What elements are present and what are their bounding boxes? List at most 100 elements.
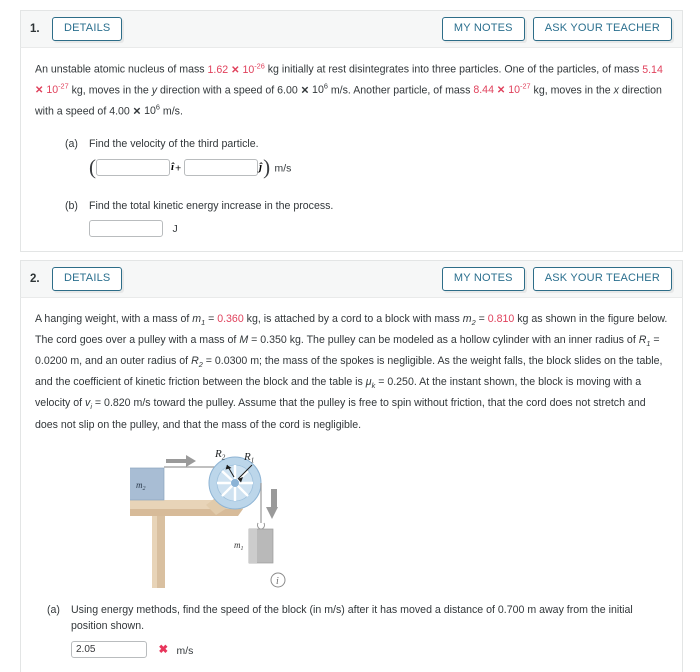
value-M: 0.350: [260, 334, 287, 347]
value-R1: 0.0200: [35, 355, 68, 368]
stmt-seg: m/s. Another particle, of mass: [327, 84, 474, 97]
ask-your-teacher-button-1[interactable]: ASK YOUR TEACHER: [532, 16, 672, 42]
answer-input-j-component[interactable]: [184, 158, 259, 176]
part-b-prompt: (b) Find the total kinetic energy increa…: [65, 198, 668, 214]
sym: m: [192, 313, 202, 325]
part-b-unit: J: [172, 224, 178, 236]
times-symbol: ✕: [35, 85, 44, 97]
open-paren: (: [89, 154, 96, 179]
problem-1-part-a: (a) Find the velocity of the third parti…: [65, 136, 668, 178]
subscript: 2: [198, 360, 203, 370]
cord-hook: [256, 522, 266, 530]
problem-1-number: 1.: [30, 23, 40, 35]
part-b-text: Find the total kinetic energy increase i…: [89, 199, 334, 212]
part-a-unit: m/s: [274, 163, 292, 175]
part-a-unit: m/s: [176, 645, 194, 657]
details-button-1[interactable]: DETAILS: [52, 16, 123, 42]
part-a-text: Using energy methods, find the speed of …: [71, 603, 633, 633]
stmt-seg: kg. The pulley can be modeled as a hollo…: [286, 334, 639, 347]
figure-label-R1: R1: [243, 451, 254, 465]
problem-card-2: 2. DETAILS MY NOTES ASK YOUR TEACHER A h…: [20, 260, 683, 672]
pulley-figure-svg: m2 R2 R1 m1 i: [130, 448, 286, 588]
speed-a: 106: [312, 82, 328, 97]
problem-1-header: 1. DETAILS MY NOTES ASK YOUR TEACHER: [20, 10, 683, 47]
part-b-answer-row: J: [89, 219, 668, 237]
part-b-label: (b): [65, 199, 78, 212]
sym: m: [462, 313, 472, 325]
subscript: 1: [646, 339, 651, 349]
stmt-seg: An unstable atomic nucleus of mass: [35, 63, 208, 76]
stmt-seg: kg, is attached by a cord to a block wit…: [243, 313, 463, 325]
incorrect-mark-icon: ✖: [158, 644, 169, 657]
figure-label-m1: m1: [234, 540, 244, 552]
ask-your-teacher-button-2[interactable]: ASK YOUR TEACHER: [532, 266, 672, 292]
times-symbol: ✕: [300, 85, 310, 97]
hanging-weight-m1-graphic: m1: [234, 528, 274, 564]
weight-falling-arrow-icon: [266, 488, 278, 519]
close-paren: ): [263, 154, 271, 179]
sym-R2: R2: [191, 355, 203, 370]
details-button-2[interactable]: DETAILS: [52, 266, 123, 292]
value-num: 10: [312, 84, 324, 97]
figure-info-icon: i: [270, 572, 286, 588]
subscript: k: [371, 381, 376, 391]
stmt-seg: kg, moves in the: [530, 84, 614, 97]
value-num: 1.62: [207, 63, 229, 76]
assignment-page: 1. DETAILS MY NOTES ASK YOUR TEACHER An …: [0, 0, 700, 672]
sym-R1: R1: [639, 334, 651, 349]
answer-input-i-component[interactable]: [96, 158, 170, 176]
part-a-label: (a): [47, 603, 60, 616]
problem-1-part-b: (b) Find the total kinetic energy increa…: [65, 198, 668, 237]
pulley-graphic: [208, 456, 262, 510]
plus-symbol: +: [175, 163, 185, 175]
block-m2-graphic: m2: [130, 467, 165, 501]
my-notes-button-2[interactable]: MY NOTES: [441, 266, 525, 292]
j-hat-symbol: ĵ: [259, 161, 263, 174]
sym-M: M: [239, 334, 249, 347]
sym-m1: m1: [192, 313, 206, 328]
value-num: 10: [144, 105, 156, 118]
sym: R: [191, 355, 199, 368]
subscript: 1: [201, 318, 206, 328]
stmt-seg: A hanging weight, with a mass of: [35, 313, 193, 325]
i-hat-symbol: î: [171, 161, 175, 174]
problem-1-statement: An unstable atomic nucleus of mass 1.62 …: [35, 59, 668, 122]
exponent: -26: [254, 61, 265, 70]
part-a-answer-row: ( î+ ĵ) m/s: [89, 154, 668, 179]
part-a-prompt: (a) Find the velocity of the third parti…: [65, 136, 668, 152]
value-vi: 0.820: [104, 397, 131, 410]
table-graphic: [130, 495, 243, 588]
value-m2: 0.810: [487, 313, 515, 325]
problem-2-number: 2.: [30, 273, 40, 285]
answer-input-kinetic-energy[interactable]: [89, 219, 163, 237]
my-notes-button-1[interactable]: MY NOTES: [441, 16, 525, 42]
problem-2-body: A hanging weight, with a mass of m1 = 0.…: [20, 297, 683, 672]
sym-vi: vi: [85, 397, 92, 412]
sym-mu-k: μk: [366, 376, 376, 391]
problem-1-body: An unstable atomic nucleus of mass 1.62 …: [20, 47, 683, 253]
value-m1: 0.360: [217, 313, 244, 325]
stmt-seg: m, and an outer radius of: [67, 355, 192, 368]
part-a-answer-row: ✖ m/s: [71, 640, 668, 659]
subscript: i: [90, 402, 92, 412]
value-mass-total: 1.62 ✕ 10-26: [207, 61, 265, 76]
stmt-seg: direction with a speed of 6.00: [157, 84, 301, 97]
problem-2-header: 2. DETAILS MY NOTES ASK YOUR TEACHER: [20, 260, 683, 297]
times-symbol: ✕: [132, 106, 142, 118]
value-mu-k: 0.250: [387, 376, 414, 389]
value-R2: 0.0300: [214, 355, 248, 368]
stmt-seg: kg, moves in the: [68, 84, 152, 97]
value-num: 8.44: [473, 84, 494, 97]
value-mass-b: 8.44 ✕ 10-27: [473, 81, 531, 97]
velocity-arrow-icon: [166, 454, 196, 467]
exponent: -27: [520, 81, 531, 91]
part-a-text: Find the velocity of the third particle.: [89, 137, 259, 150]
part-a-prompt: (a) Using energy methods, find the speed…: [47, 602, 668, 635]
problem-card-1: 1. DETAILS MY NOTES ASK YOUR TEACHER An …: [20, 10, 683, 253]
problem-2-part-a: (a) Using energy methods, find the speed…: [47, 602, 668, 659]
exponent: -27: [58, 81, 69, 91]
times-symbol: ✕: [231, 64, 240, 76]
subscript: 2: [471, 318, 476, 328]
stmt-seg: m/s.: [159, 105, 183, 118]
answer-input-block-speed[interactable]: [71, 640, 147, 658]
